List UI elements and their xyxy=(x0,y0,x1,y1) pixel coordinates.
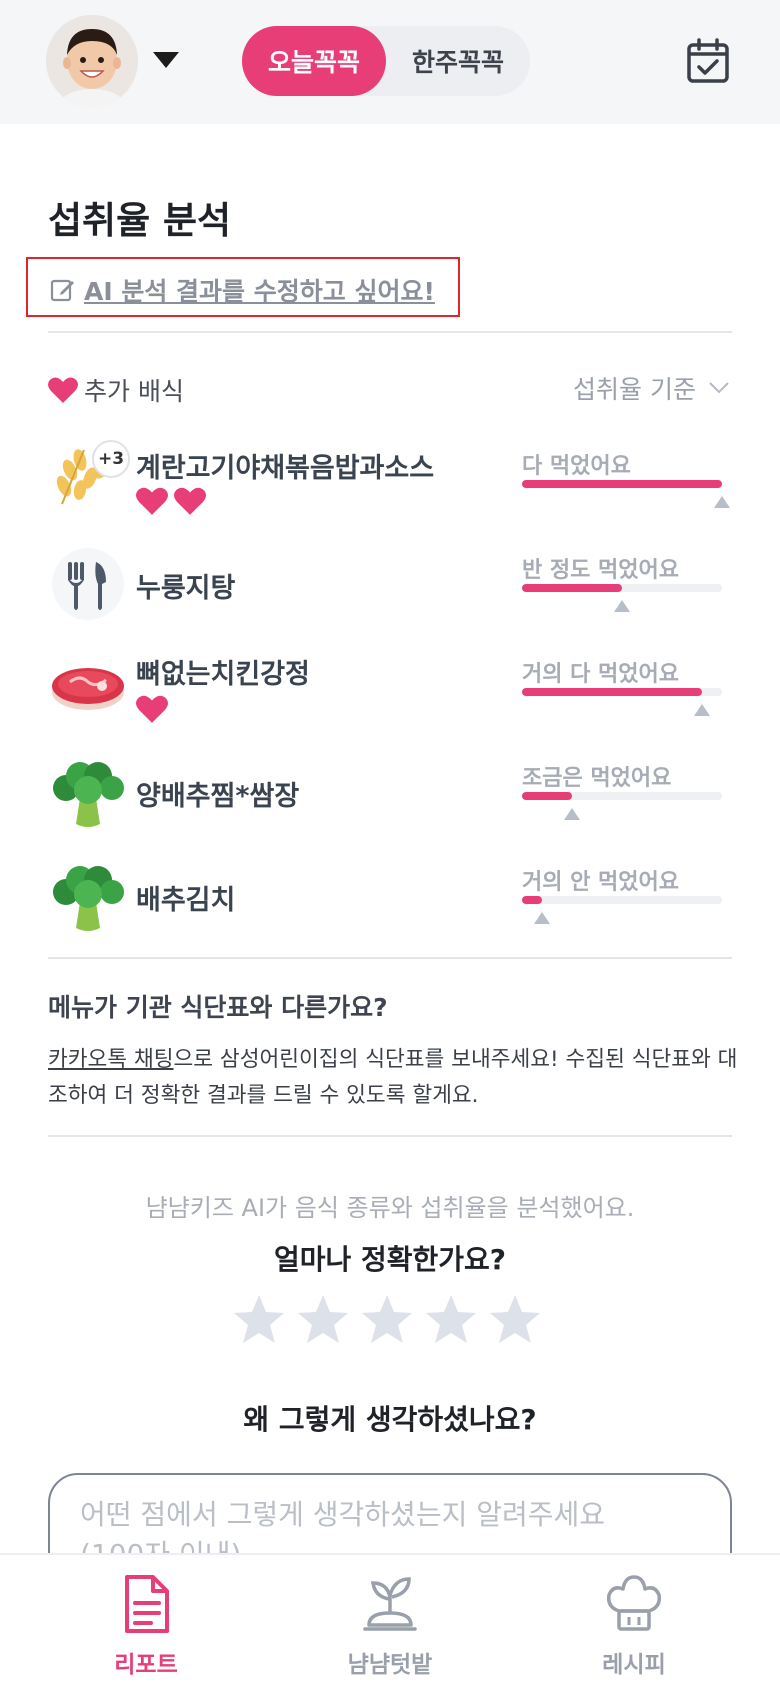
intake-bar-4 xyxy=(522,792,722,800)
utensils-icon xyxy=(50,546,126,622)
star-icon[interactable] xyxy=(360,1293,414,1345)
heart-icon xyxy=(136,487,168,515)
top-header: 오늘꼭꼭 한주꼭꼭 xyxy=(0,0,780,124)
why-question: 왜 그렇게 생각하셨나요? xyxy=(243,1403,537,1436)
intake-pointer-4[interactable] xyxy=(564,808,580,820)
ai-analysis-note: 냠냠키즈 AI가 음식 종류와 섭취율을 분석했어요. xyxy=(145,1194,635,1222)
period-toggle: 오늘꼭꼭 한주꼭꼭 xyxy=(242,26,530,96)
chef-hat-icon xyxy=(606,1575,662,1631)
star-rating xyxy=(232,1293,542,1345)
intake-pointer-5[interactable] xyxy=(534,912,550,924)
divider-top xyxy=(48,331,732,333)
calendar-icon[interactable] xyxy=(686,38,730,84)
nav-item-garden[interactable]: 냠냠텃밭 xyxy=(310,1573,470,1679)
intake-label-3: 거의 다 먹었어요 xyxy=(522,662,679,687)
tab-week[interactable]: 한주꼭꼭 xyxy=(386,26,530,96)
food-name-1: 계란고기야채볶음밥과소스 xyxy=(136,453,435,484)
food-name-5: 배추김치 xyxy=(136,885,236,916)
heart-icon xyxy=(136,695,168,723)
legend-label: 추가 배식 xyxy=(84,377,184,406)
intake-bar-1 xyxy=(522,480,722,488)
star-icon[interactable] xyxy=(424,1293,478,1345)
kakao-chat-link[interactable]: 카카오톡 채팅 xyxy=(48,1047,174,1072)
extra-serving-legend: 추가 배식 xyxy=(48,372,184,408)
intake-pointer-2[interactable] xyxy=(614,600,630,612)
tab-today[interactable]: 오늘꼭꼭 xyxy=(242,26,386,96)
section-title: 섭취율 분석 xyxy=(48,199,232,242)
chevron-down-icon xyxy=(709,382,729,394)
divider-bottom xyxy=(48,1135,732,1137)
star-icon[interactable] xyxy=(296,1293,350,1345)
intake-label-1: 다 먹었어요 xyxy=(522,454,631,479)
broccoli-icon xyxy=(50,754,126,830)
accuracy-question: 얼마나 정확한가요? xyxy=(273,1243,507,1276)
child-avatar[interactable] xyxy=(46,15,138,107)
food-hearts-1 xyxy=(136,486,206,516)
sort-label: 섭취율 기준 xyxy=(573,375,696,404)
intake-pointer-1[interactable] xyxy=(714,496,730,508)
child-selector-caret-icon[interactable] xyxy=(153,52,179,68)
meat-icon xyxy=(50,648,126,724)
star-icon[interactable] xyxy=(488,1293,542,1345)
intake-bar-5 xyxy=(522,896,722,904)
edit-icon xyxy=(50,279,74,302)
intake-bar-fill xyxy=(522,792,572,800)
intake-bar-2 xyxy=(522,584,722,592)
nav-label-recipe: 레시피 xyxy=(602,1652,666,1678)
heart-icon xyxy=(174,487,206,515)
menu-diff-body: 카카오톡 채팅으로 삼성어린이집의 식단표를 보내주세요! 수집된 식단표와 대… xyxy=(48,1042,738,1114)
nav-item-recipe[interactable]: 레시피 xyxy=(554,1573,714,1679)
divider-middle xyxy=(48,957,732,959)
edit-ai-result-link[interactable]: AI 분석 결과를 수정하고 싶어요! xyxy=(50,272,435,308)
broccoli-icon xyxy=(50,858,126,934)
food-hearts-3 xyxy=(136,694,168,724)
intake-bar-fill xyxy=(522,480,722,488)
intake-pointer-3[interactable] xyxy=(694,704,710,716)
heart-icon xyxy=(48,377,78,403)
report-icon xyxy=(125,1575,169,1633)
food-name-2: 누룽지탕 xyxy=(136,573,236,604)
intake-bar-fill xyxy=(522,896,542,904)
intake-label-4: 조금은 먹었어요 xyxy=(522,766,672,791)
bottom-nav: 리포트 냠냠텃밭 레시피 xyxy=(0,1553,780,1688)
sprout-icon xyxy=(363,1577,417,1631)
intake-label-2: 반 정도 먹었어요 xyxy=(522,558,679,583)
nav-item-report[interactable]: 리포트 xyxy=(66,1573,226,1679)
food-name-4: 양배추찜*쌈장 xyxy=(136,781,300,812)
sort-dropdown[interactable]: 섭취율 기준 xyxy=(573,370,730,406)
nav-label-garden: 냠냠텃밭 xyxy=(347,1652,433,1678)
extra-items-badge: +3 xyxy=(92,440,130,478)
nav-label-report: 리포트 xyxy=(114,1652,178,1678)
feedback-placeholder: 어떤 점에서 그렇게 생각하셨는지 알려주세요 xyxy=(80,1498,606,1531)
edit-link-text: AI 분석 결과를 수정하고 싶어요! xyxy=(84,277,435,306)
star-icon[interactable] xyxy=(232,1293,286,1345)
menu-diff-title: 메뉴가 기관 식단표와 다른가요? xyxy=(48,993,388,1022)
food-name-3: 뼈없는치킨강정 xyxy=(136,659,310,690)
intake-bar-3 xyxy=(522,688,722,696)
intake-bar-fill xyxy=(522,584,622,592)
intake-bar-fill xyxy=(522,688,702,696)
intake-label-5: 거의 안 먹었어요 xyxy=(522,870,679,895)
